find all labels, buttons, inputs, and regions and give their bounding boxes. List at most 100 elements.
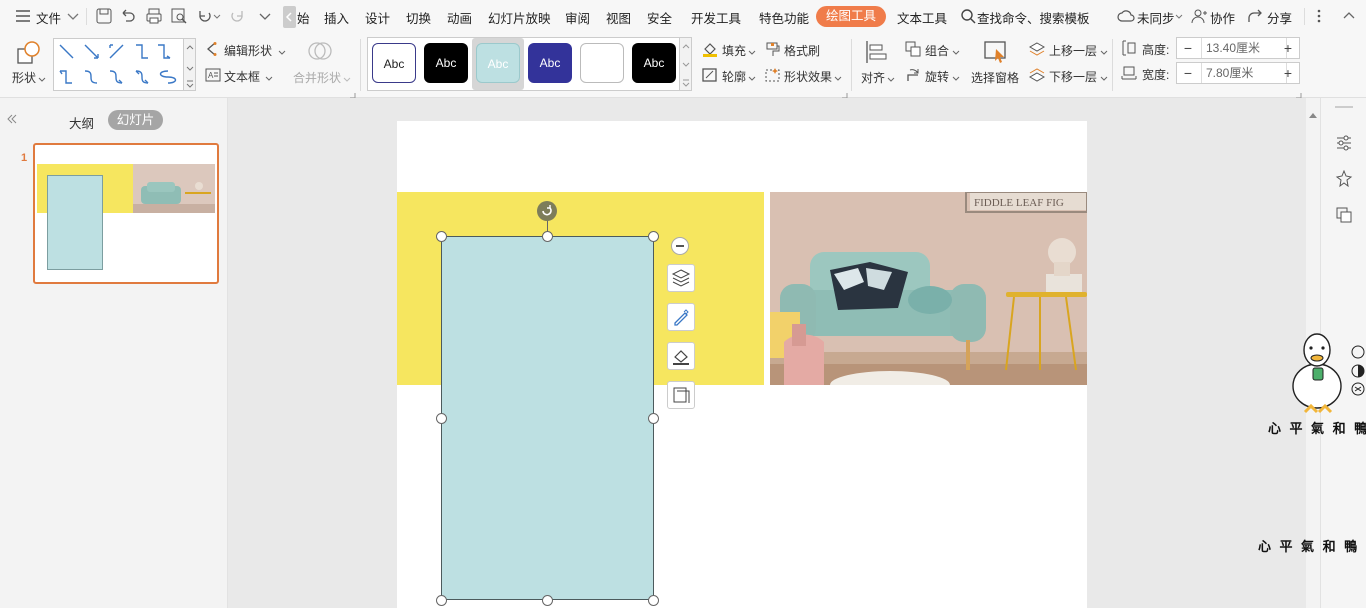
height-increment-button[interactable]: +	[1277, 38, 1299, 58]
style-black[interactable]: Abc	[424, 43, 468, 83]
resize-handle-bottom-left[interactable]	[436, 595, 447, 606]
shape-effect-icon[interactable]	[765, 67, 781, 86]
chevron-down-icon[interactable]	[748, 71, 756, 85]
style-black-2[interactable]: Abc	[632, 43, 676, 83]
send-backward-icon[interactable]	[1028, 67, 1046, 86]
chevron-down-icon[interactable]	[952, 71, 960, 85]
save-icon[interactable]	[95, 7, 113, 25]
collaborate-button[interactable]: 协作	[1210, 8, 1235, 27]
sync-status[interactable]: 未同步	[1137, 8, 1175, 27]
resize-handle-left[interactable]	[436, 413, 447, 424]
tab-drawing-tools[interactable]: 绘图工具	[816, 6, 886, 27]
tab-security[interactable]: 安全	[647, 8, 672, 27]
cloud-icon[interactable]	[1117, 7, 1135, 25]
undo-dropdown-icon[interactable]	[212, 7, 222, 25]
width-increment-button[interactable]: +	[1277, 63, 1299, 83]
edit-shape-icon[interactable]	[205, 41, 221, 60]
tab-design[interactable]: 设计	[365, 8, 390, 27]
chevron-down-icon[interactable]	[834, 71, 842, 85]
outline-button[interactable]: 轮廓	[722, 68, 746, 85]
rotate-handle[interactable]	[537, 201, 557, 221]
send-backward-button[interactable]: 下移一层	[1049, 68, 1097, 85]
search-commands[interactable]: 查找命令、搜索模板	[977, 8, 1090, 27]
chevron-down-icon[interactable]	[38, 72, 46, 86]
redo-icon[interactable]	[228, 7, 246, 25]
fill-tool-button[interactable]	[667, 342, 695, 370]
align-icon[interactable]	[864, 39, 888, 68]
group-button[interactable]: 组合	[925, 42, 949, 59]
chevron-down-icon[interactable]	[64, 7, 82, 25]
gallery-scroll[interactable]	[184, 38, 196, 91]
sync-dropdown-icon[interactable]	[1174, 7, 1184, 25]
search-icon[interactable]	[959, 7, 977, 25]
magic-star-icon[interactable]	[1335, 169, 1353, 191]
rotate-button[interactable]: 旋转	[925, 68, 949, 85]
customize-toolbar-icon[interactable]	[256, 7, 274, 25]
tab-slides[interactable]: 幻灯片	[108, 110, 163, 130]
layers-tool-button[interactable]	[667, 264, 695, 292]
collapse-pane-icon[interactable]	[6, 113, 18, 128]
rotate-icon[interactable]	[905, 67, 921, 86]
chevron-down-icon[interactable]	[1100, 45, 1108, 59]
collapse-quick-tools-icon[interactable]	[671, 237, 689, 255]
resize-handle-top[interactable]	[542, 231, 553, 242]
width-input[interactable]: 7.80厘米	[1201, 63, 1287, 83]
tab-insert[interactable]: 插入	[324, 8, 349, 27]
shape-button[interactable]: 形状	[12, 69, 36, 86]
property-settings-icon[interactable]	[1335, 134, 1353, 155]
group-icon[interactable]	[905, 41, 921, 60]
edit-shape-button[interactable]: 编辑形状	[224, 42, 272, 59]
clipboard-copy-icon[interactable]	[1335, 206, 1353, 227]
chevron-down-icon[interactable]	[265, 71, 273, 85]
shape-icon[interactable]	[16, 40, 42, 69]
chevron-down-icon[interactable]	[952, 45, 960, 59]
print-icon[interactable]	[145, 7, 163, 25]
selected-rectangle-shape[interactable]	[441, 236, 654, 600]
resize-handle-top-right[interactable]	[648, 231, 659, 242]
resize-handle-bottom-right[interactable]	[648, 595, 659, 606]
resize-handle-right[interactable]	[648, 413, 659, 424]
tab-outline[interactable]: 大纲	[69, 113, 94, 132]
width-decrement-button[interactable]: −	[1177, 63, 1199, 83]
style-white[interactable]	[580, 43, 624, 83]
style-teal[interactable]: Abc	[476, 43, 520, 83]
more-options-icon[interactable]	[1310, 7, 1328, 25]
tab-view[interactable]: 视图	[606, 8, 631, 27]
file-menu[interactable]: 文件	[36, 8, 61, 27]
chevron-down-icon[interactable]	[278, 45, 286, 59]
textbox-icon[interactable]: A	[205, 67, 221, 86]
living-room-picture[interactable]: FIDDLE LEAF FIG	[770, 192, 1087, 385]
slide-thumbnail[interactable]	[33, 143, 219, 284]
tab-text-tools[interactable]: 文本工具	[897, 8, 947, 27]
chevron-down-icon[interactable]	[1100, 71, 1108, 85]
align-button[interactable]: 对齐	[861, 69, 885, 86]
outline-icon[interactable]	[702, 67, 718, 86]
output-icon[interactable]	[120, 7, 138, 25]
shape-effect-button[interactable]: 形状效果	[784, 68, 832, 85]
bring-forward-button[interactable]: 上移一层	[1049, 42, 1097, 59]
tab-home[interactable]: 始	[297, 8, 310, 27]
selection-pane-icon[interactable]	[983, 39, 1009, 68]
tab-features[interactable]: 特色功能	[759, 8, 809, 27]
scroll-up-icon[interactable]	[1308, 108, 1318, 122]
collapse-ribbon-icon[interactable]	[1340, 7, 1358, 25]
format-painter-icon[interactable]	[765, 41, 781, 60]
outline-pen-tool-button[interactable]	[667, 303, 695, 331]
tab-scroll-left-button[interactable]	[283, 6, 296, 28]
style-outline-navy[interactable]: Abc	[372, 43, 416, 83]
hamburger-icon[interactable]	[14, 7, 32, 25]
tab-animations[interactable]: 动画	[447, 8, 472, 27]
bring-forward-icon[interactable]	[1028, 41, 1046, 60]
fill-button[interactable]: 填充	[722, 42, 746, 59]
share-button[interactable]: 分享	[1267, 8, 1292, 27]
tab-slideshow[interactable]: 幻灯片放映	[488, 8, 551, 27]
style-gallery-scroll[interactable]	[680, 37, 692, 91]
height-input[interactable]: 13.40厘米	[1201, 38, 1287, 58]
style-navy[interactable]: Abc	[528, 43, 572, 83]
share-icon[interactable]	[1246, 7, 1264, 25]
resize-handle-top-left[interactable]	[436, 231, 447, 242]
print-preview-icon[interactable]	[170, 7, 188, 25]
format-painter-button[interactable]: 格式刷	[784, 42, 820, 59]
tab-transitions[interactable]: 切换	[406, 8, 431, 27]
fill-bucket-icon[interactable]	[702, 41, 718, 60]
